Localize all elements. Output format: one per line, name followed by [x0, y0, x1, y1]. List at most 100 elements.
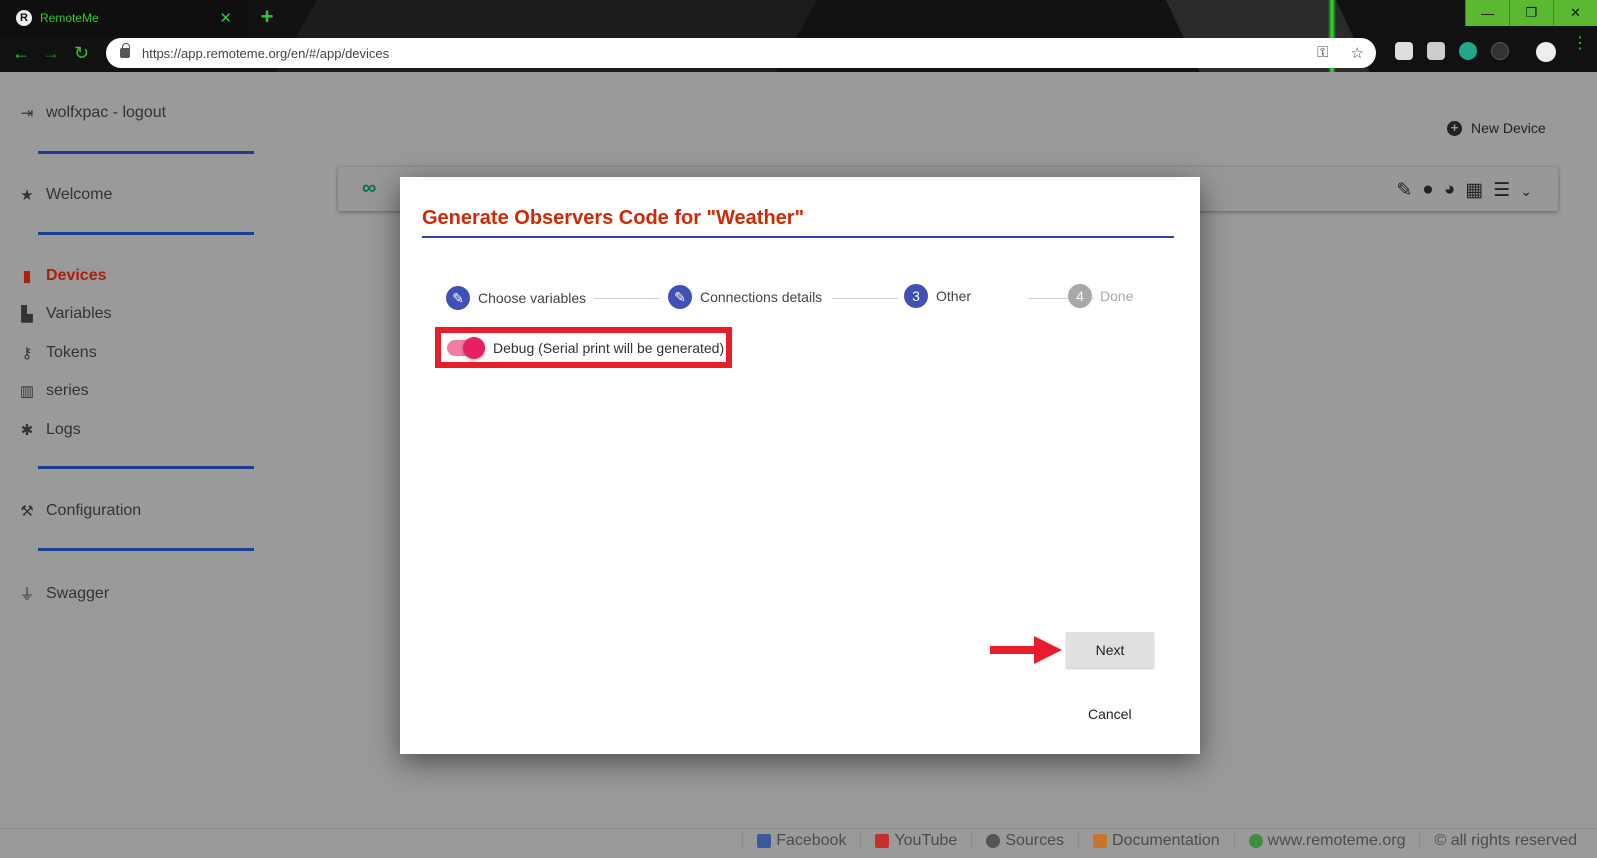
step-choose-variables[interactable]: ✎ Choose variables: [446, 286, 586, 310]
extension-icon[interactable]: [1395, 42, 1413, 60]
sidebar-item-label: Variables: [46, 305, 112, 322]
sidebar-item-logs[interactable]: ✱ Logs: [18, 421, 81, 439]
url-text: https://app.remoteme.org/en/#/app/device…: [142, 45, 390, 61]
forward-arrow-icon[interactable]: →: [42, 44, 60, 62]
step-number: 3: [904, 284, 928, 308]
footer-link-label: Documentation: [1112, 832, 1220, 849]
footer-link-documentation[interactable]: Documentation: [1078, 832, 1234, 850]
step-connector: [594, 298, 660, 299]
sidebar-item-label: Welcome: [46, 186, 113, 203]
address-bar[interactable]: https://app.remoteme.org/en/#/app/device…: [106, 38, 1376, 68]
sidebar-item-tokens[interactable]: ⚷ Tokens: [18, 344, 97, 362]
cancel-button[interactable]: Cancel: [1088, 706, 1132, 722]
book-icon: [1093, 834, 1108, 848]
logout-label: wolfxpac - logout: [46, 104, 167, 121]
footer-link-label: www.remoteme.org: [1267, 832, 1406, 849]
sidebar-item-configuration[interactable]: ⚒ Configuration: [18, 502, 141, 520]
sidebar-divider: [38, 548, 254, 551]
arduino-infinity-icon: ∞: [362, 177, 377, 199]
sidebar-divider: [38, 466, 254, 469]
chevron-down-icon[interactable]: ⌄: [1520, 179, 1532, 202]
sidebar-item-label: Swagger: [46, 584, 110, 602]
footer-link-label: Sources: [1005, 832, 1065, 849]
key-icon[interactable]: ⚿: [1317, 44, 1328, 62]
sidebar-item-swagger[interactable]: ⏚ Swagger: [18, 583, 109, 604]
window-controls: — ❐ ✕: [1465, 0, 1597, 26]
step-done: 4 Done: [1068, 284, 1133, 308]
menu-dots-icon[interactable]: ⋮: [1572, 36, 1588, 52]
step-number: 4: [1068, 284, 1092, 308]
step-connection-details[interactable]: ✎ Connections details: [668, 285, 822, 309]
pencil-icon: ✎: [446, 286, 470, 310]
step-label: Choose variables: [478, 290, 587, 306]
footer-link-youtube[interactable]: YouTube: [860, 832, 971, 850]
sidebar-item-welcome[interactable]: ★ Welcome: [18, 186, 112, 204]
bar-chart-icon: ▥: [19, 383, 35, 400]
step-label: Other: [936, 288, 972, 304]
comment-icon[interactable]: ●: [1422, 179, 1433, 202]
sidebar-divider: [38, 232, 254, 235]
key-icon: ⚷: [21, 345, 33, 362]
sidebar-item-label: Devices: [46, 267, 107, 284]
globe-icon: [1248, 834, 1263, 848]
extension-icon[interactable]: [1491, 42, 1509, 60]
close-window-button[interactable]: ✕: [1553, 0, 1597, 26]
footer: Facebook YouTube Sources Documentation w…: [0, 828, 1597, 858]
device-actions: ✎ ● ◕ ▦ ☰ ⌄: [1396, 179, 1532, 202]
sidebar-item-label: series: [46, 382, 89, 399]
profile-avatar[interactable]: [1536, 42, 1556, 62]
stepper: ✎ Choose variables ✎ Connections details…: [446, 284, 1146, 312]
sidebar-item-variables[interactable]: ▙ Variables: [18, 305, 112, 323]
plus-circle-icon: +: [1447, 120, 1462, 136]
copyright-text: © all rights reserved: [1434, 832, 1577, 849]
browser-tab[interactable]: R RemoteMe ✕: [0, 0, 246, 36]
plug-icon: ⏚: [19, 586, 35, 603]
title-underline: [422, 236, 1174, 238]
tab-title: RemoteMe: [40, 11, 99, 25]
generate-code-dialog: Generate Observers Code for "Weather" ✎ …: [400, 177, 1200, 754]
step-other[interactable]: 3 Other: [904, 284, 971, 308]
footer-link-sources[interactable]: Sources: [971, 832, 1078, 850]
logout-icon: ⇥: [20, 105, 34, 122]
footer-links: Facebook YouTube Sources Documentation w…: [742, 832, 1591, 850]
reload-icon[interactable]: ↻: [74, 44, 89, 62]
youtube-icon: [875, 834, 890, 848]
edit-icon[interactable]: ✎: [1396, 179, 1412, 202]
menu-icon[interactable]: ☰: [1493, 179, 1510, 202]
red-arrow-annotation: [990, 636, 1062, 664]
lock-icon: [120, 43, 130, 58]
debug-toggle[interactable]: [447, 336, 485, 359]
comments-icon[interactable]: ◕: [1444, 179, 1455, 202]
new-device-button[interactable]: + New Device: [1447, 120, 1546, 136]
new-device-label: New Device: [1471, 120, 1546, 136]
footer-link-website[interactable]: www.remoteme.org: [1233, 832, 1420, 850]
trash-icon[interactable]: ▦: [1465, 179, 1483, 202]
logout-link[interactable]: ⇥ wolfxpac - logout: [18, 104, 166, 122]
extension-icon[interactable]: [1459, 42, 1477, 60]
sidebar-divider: [38, 151, 254, 154]
dialog-title: Generate Observers Code for "Weather": [422, 207, 805, 229]
new-tab-button[interactable]: +: [257, 6, 277, 28]
minimize-button[interactable]: —: [1465, 0, 1509, 26]
step-label: Connections details: [700, 289, 823, 305]
back-arrow-icon[interactable]: ←: [12, 44, 30, 62]
footer-link-label: YouTube: [894, 832, 958, 849]
footer-link-label: Facebook: [776, 832, 847, 849]
restore-button[interactable]: ❐: [1509, 0, 1553, 26]
next-button[interactable]: Next: [1066, 632, 1154, 668]
sidebar-item-series[interactable]: ▥ series: [18, 382, 89, 400]
wrench-icon: ⚒: [20, 503, 34, 520]
sidebar-item-label: Logs: [46, 421, 81, 438]
step-label: Done: [1100, 288, 1134, 304]
github-icon: [986, 834, 1001, 848]
variable-file-icon: ▙: [21, 306, 33, 323]
pencil-icon: ✎: [668, 285, 692, 309]
footer-link-facebook[interactable]: Facebook: [742, 832, 860, 850]
sidebar-item-devices[interactable]: ▮ Devices: [18, 267, 107, 285]
remoteme-logo-icon: R: [16, 10, 32, 26]
sidebar-item-label: Configuration: [46, 502, 142, 519]
bookmark-star-icon[interactable]: ☆: [1351, 44, 1364, 62]
tab-close-icon[interactable]: ✕: [219, 9, 232, 27]
extension-icon[interactable]: [1427, 42, 1445, 60]
facebook-icon: [757, 834, 772, 848]
